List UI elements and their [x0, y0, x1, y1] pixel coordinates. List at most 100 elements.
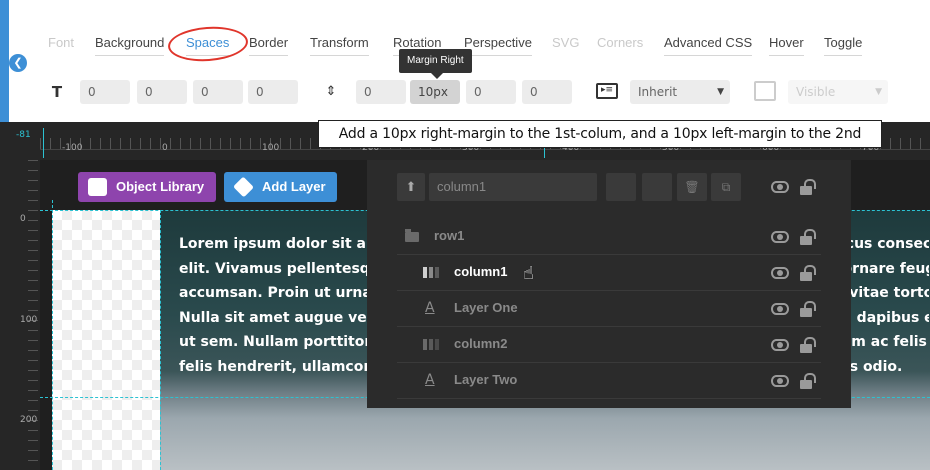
eye-icon[interactable]: [771, 181, 789, 193]
padding-top-input[interactable]: 0: [80, 80, 130, 104]
guide-line-vertical: [160, 210, 161, 470]
tab-background[interactable]: Background: [95, 35, 165, 56]
ruler-left-label: 0: [20, 214, 26, 224]
layer-row-layer-one[interactable]: A Layer One: [397, 291, 821, 327]
object-library-button[interactable]: Object Library: [78, 172, 216, 202]
tab-underline: [310, 55, 369, 56]
layers-panel: ⬆ column1 🗑 ⧉ row1 column1 A Layer One colum…: [367, 160, 851, 408]
eye-icon[interactable]: [771, 267, 789, 279]
tab-transform[interactable]: Transform: [310, 35, 369, 56]
tab-label: Advanced CSS: [664, 35, 753, 50]
margin-right-tooltip: Margin Right: [399, 49, 472, 79]
tab-label: Toggle: [824, 35, 863, 50]
tab-toggle[interactable]: Toggle: [824, 35, 863, 56]
clone-icon[interactable]: ⧉: [711, 173, 741, 201]
ruler-top-label: 0: [162, 143, 168, 153]
tab-label: Transform: [310, 35, 369, 50]
layer-row-column2[interactable]: column2: [397, 327, 821, 363]
layer-name: column1: [454, 264, 508, 279]
overflow-icon: ▸≡: [596, 83, 618, 99]
spaces-tab-highlight-circle: [166, 24, 250, 64]
tab-label: Corners: [597, 35, 644, 50]
arrow-up-icon[interactable]: ⬆: [397, 173, 425, 201]
tab-hover[interactable]: Hover: [769, 35, 804, 56]
row-divider: [397, 398, 821, 399]
layer-name: Layer Two: [454, 372, 518, 387]
column-bar: [435, 267, 439, 278]
column-bar: [429, 267, 433, 278]
columns-icon: [423, 339, 439, 350]
chevron-down-icon: ▼: [717, 87, 724, 97]
lock-icon[interactable]: [800, 373, 816, 389]
book-icon: [88, 178, 107, 196]
tab-perspective[interactable]: Perspective: [464, 35, 532, 56]
add-layer-button[interactable]: Add Layer: [224, 172, 337, 202]
lock-icon[interactable]: [800, 229, 816, 245]
tab-underline: [249, 55, 289, 56]
lock-icon[interactable]: [800, 337, 816, 353]
tab-svg[interactable]: SVG: [552, 35, 579, 53]
padding-bottom-input[interactable]: 0: [193, 80, 243, 104]
lock-icon[interactable]: [800, 301, 816, 317]
padding-left-input[interactable]: 0: [248, 80, 298, 104]
folder-icon: [405, 229, 419, 242]
tab-corners[interactable]: Corners: [597, 35, 643, 53]
tab-label: Border: [249, 35, 289, 50]
visibility-icon: [754, 81, 776, 101]
tab-label: Hover: [769, 35, 804, 50]
tab-underline: [464, 55, 532, 56]
copy-button[interactable]: [642, 173, 672, 201]
lock-icon[interactable]: [800, 179, 816, 195]
style-panel: ❮ Font Background Spaces Border Transform Rot…: [0, 0, 930, 122]
transparent-area: [52, 210, 160, 470]
ruler-left-label: 200: [20, 415, 38, 425]
ruler-top-label: 100: [262, 143, 280, 153]
overflow-select-value: Inherit: [638, 85, 678, 99]
padding-icon: T: [51, 83, 63, 101]
ruler-top-label: -100: [62, 143, 83, 153]
ruler-marker-label: -81: [16, 130, 31, 140]
selected-layer-name[interactable]: column1: [429, 173, 597, 201]
collapse-panel-button[interactable]: ❮: [9, 54, 27, 72]
tab-advanced-css[interactable]: Advanced CSS: [664, 35, 753, 56]
tab-label: Perspective: [464, 35, 532, 50]
text-layer-icon: A: [425, 300, 435, 316]
eye-icon[interactable]: [771, 339, 789, 351]
tab-font[interactable]: Font: [48, 35, 74, 53]
panel-accent-bar: [0, 0, 9, 122]
margin-top-input[interactable]: 0: [356, 80, 406, 104]
tab-underline: [95, 55, 165, 56]
hand-cursor-icon: ☝: [523, 263, 534, 284]
tab-label: Rotation: [393, 35, 442, 50]
eye-icon[interactable]: [771, 303, 789, 315]
trash-icon[interactable]: 🗑: [677, 173, 707, 201]
lock-icon[interactable]: [800, 265, 816, 281]
margin-left-input[interactable]: 0: [522, 80, 572, 104]
column-bar: [423, 339, 427, 350]
eye-icon[interactable]: [771, 231, 789, 243]
visibility-select[interactable]: Visible ▼: [788, 80, 888, 104]
ruler-guide-marker: [43, 128, 44, 158]
duplicate-button[interactable]: [606, 173, 636, 201]
ruler-left-label: 100: [20, 315, 38, 325]
layer-name: row1: [434, 228, 465, 243]
margin-right-input[interactable]: 10px: [410, 80, 460, 104]
add-layer-label: Add Layer: [262, 179, 326, 194]
columns-icon: [423, 267, 439, 278]
padding-right-input[interactable]: 0: [137, 80, 187, 104]
tab-border[interactable]: Border: [249, 35, 289, 56]
layer-row-row1[interactable]: row1: [397, 219, 821, 255]
tab-label: SVG: [552, 35, 580, 50]
guide-line-vertical: [52, 200, 53, 470]
column-bar: [435, 339, 439, 350]
overflow-select[interactable]: Inherit ▼: [630, 80, 730, 104]
tab-underline: [664, 55, 753, 56]
layer-row-column1[interactable]: column1: [397, 255, 821, 291]
layer-row-layer-two[interactable]: A Layer Two: [397, 363, 821, 399]
chevron-down-icon: ▼: [875, 87, 882, 97]
layer-name: Layer One: [454, 300, 518, 315]
column-bar: [423, 267, 427, 278]
eye-icon[interactable]: [771, 375, 789, 387]
margin-bottom-input[interactable]: 0: [466, 80, 516, 104]
margin-icon: ⇕: [325, 84, 337, 99]
